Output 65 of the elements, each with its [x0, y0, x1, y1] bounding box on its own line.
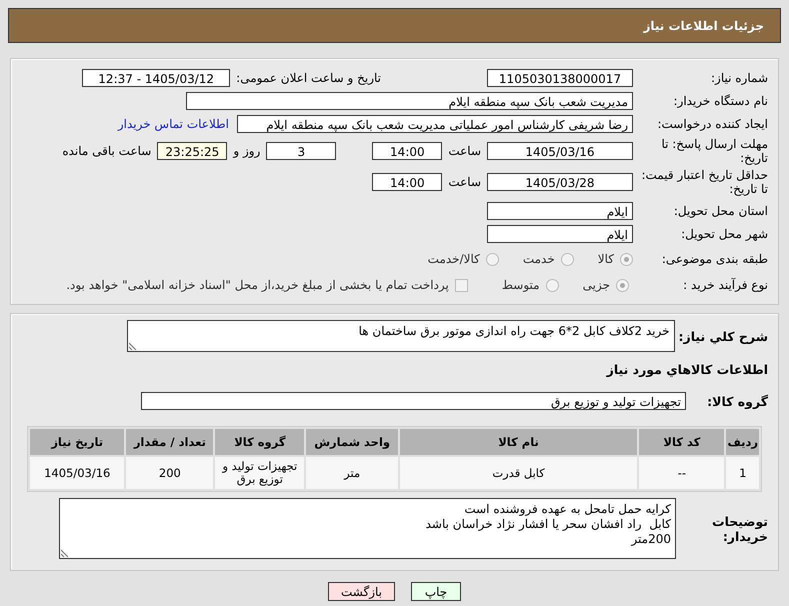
option-label: خدمت — [522, 252, 555, 266]
back-button[interactable]: بازگشت — [328, 582, 395, 601]
print-button[interactable]: چاپ — [411, 582, 461, 601]
radio-button[interactable] — [546, 278, 559, 292]
field-label: ساعت باقی مانده — [62, 144, 152, 158]
field-label: استان محل تحویل: — [672, 204, 768, 218]
column-header: گروه کالا — [215, 429, 304, 455]
checkbox-label: پرداخت تمام یا بخشی از مبلغ خرید،از محل "اسناد خزانه اسلامی" خواهد بود. — [66, 278, 449, 292]
table-cell: 1405/03/16 — [30, 457, 124, 489]
radio-button[interactable] — [620, 252, 633, 266]
checkbox[interactable] — [454, 278, 468, 292]
table-cell: کابل قدرت — [400, 457, 638, 489]
column-header: کد کالا — [639, 429, 724, 455]
buyer-notes-field: کرایه حمل تامحل به عهده فروشنده است کابل راد افشان سحر یا افشار نژاد خراسان باشد 200متر — [59, 498, 676, 559]
city-field: ایلام — [487, 225, 633, 243]
radio-button[interactable] — [616, 278, 629, 292]
column-header: تاریخ نیاز — [30, 429, 124, 455]
radio-button[interactable] — [486, 252, 499, 266]
field-label: ساعت — [448, 175, 481, 189]
section-heading: اطلاعات کالاهاي مورد نياز — [606, 362, 768, 376]
field-label: شهر محل تحویل: — [680, 227, 768, 241]
field-label: توضیحات خریدار: — [711, 514, 768, 544]
table-cell: 1 — [726, 457, 759, 489]
field-label: نام دستگاه خریدار: — [672, 94, 768, 108]
page-title: جزئیات اطلاعات نیاز — [643, 18, 764, 32]
column-header: تعداد / مقدار — [126, 429, 214, 455]
option-label: کالا/خدمت — [428, 252, 480, 266]
announce-date-field: 1405/03/12 - 12:37 — [82, 69, 230, 87]
table-cell: 200 — [126, 457, 214, 489]
days-field: 3 — [266, 142, 336, 160]
option-label: کالا — [598, 252, 614, 266]
table-cell: تجهیزات تولید و توزیع برق — [215, 457, 304, 489]
summary-field: خرید 2کلاف کابل 2*6 جهت راه اندازی موتور برق ساختمان ها — [126, 320, 675, 352]
date-field: 1405/03/28 — [487, 173, 633, 191]
field-label: طبقه بندی موضوعی: — [660, 252, 768, 266]
buyer-org-field: مدیریت شعب بانک سپه منطقه ایلام — [186, 92, 633, 110]
time-field: 14:00 — [372, 142, 442, 160]
field-label: مهلت ارسال پاسخ: تا تاریخ: — [660, 136, 768, 166]
time-field: 14:00 — [372, 173, 442, 191]
table-cell: -- — [639, 457, 724, 489]
resize-grip-icon[interactable] — [128, 342, 137, 350]
buyer-contact-link[interactable]: اطلاعات تماس خریدار — [118, 117, 229, 131]
field-label: ساعت — [448, 144, 481, 158]
field-label: نوع فرآیند خرید : — [682, 278, 768, 292]
remaining-time-field: 23:25:25 — [157, 142, 228, 160]
column-header: ردیف — [726, 429, 759, 455]
field-label: شرح کلي نياز: — [678, 330, 768, 344]
field-label: حداقل تاریخ اعتبار قیمت: تا تاریخ: — [640, 167, 768, 197]
goods-group-field: تجهیزات تولید و توزیع برق — [141, 392, 686, 410]
table-cell: متر — [306, 457, 398, 489]
option-label: متوسط — [502, 278, 540, 292]
field-label: تاریخ و ساعت اعلان عمومی: — [236, 71, 381, 85]
radio-button[interactable] — [560, 252, 574, 266]
column-header: نام کالا — [400, 429, 638, 455]
option-label: جزیی — [582, 278, 610, 292]
province-field: ایلام — [487, 202, 633, 220]
field-label: گروه کالا: — [706, 394, 768, 408]
requester-field: رضا شریفی کارشناس امور عملیاتی مدیریت شعب بانک سپه منطقه ایلام — [237, 115, 633, 133]
resize-grip-icon[interactable] — [61, 549, 69, 557]
field-label: روز و — [233, 144, 260, 158]
column-header: واحد شمارش — [306, 429, 398, 455]
field-label: ایجاد کننده درخواست: — [656, 117, 768, 131]
date-field: 1405/03/16 — [487, 142, 633, 160]
field-label: شماره نیاز: — [710, 71, 768, 85]
need-number-field: 1105030138000017 — [487, 69, 633, 87]
